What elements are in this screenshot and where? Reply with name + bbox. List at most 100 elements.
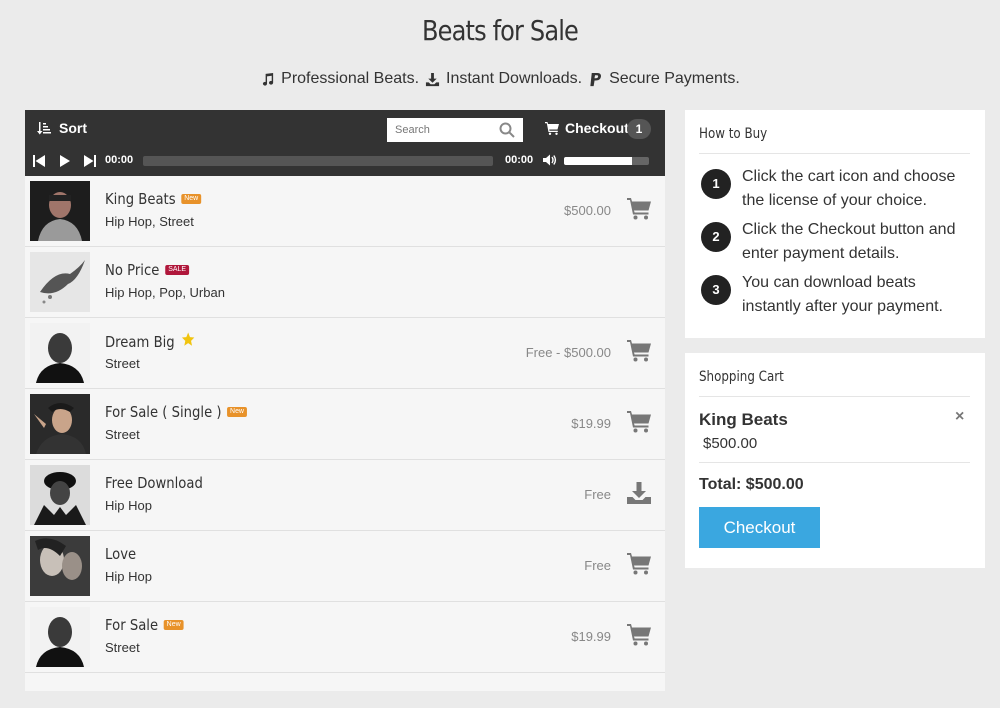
track-row[interactable]: King Beats New Hip Hop, Street $500.00	[25, 176, 665, 247]
add-to-cart-button[interactable]	[627, 411, 651, 438]
search-input[interactable]	[387, 119, 497, 141]
track-price: $19.99	[571, 416, 611, 431]
track-price: Free	[584, 487, 611, 502]
player-toolbar: Sort Checkout 1 00:00 00:00	[25, 110, 665, 176]
track-thumbnail	[30, 181, 90, 241]
add-to-cart-button[interactable]	[627, 624, 651, 651]
cart-item-name: King Beats	[699, 410, 788, 429]
step-text: Click the Checkout button and enter paym…	[742, 221, 956, 262]
track-price: $500.00	[564, 203, 611, 218]
divider	[699, 153, 970, 154]
cart-item-price: $500.00	[703, 435, 758, 452]
track-row[interactable]: Free Download Hip Hop Free	[25, 460, 665, 531]
play-button[interactable]	[59, 154, 71, 172]
tagline-item: Professional Beats.	[260, 70, 419, 88]
cart-icon	[627, 624, 651, 646]
track-title: For Sale ( Single ) New	[105, 403, 248, 421]
cart-icon	[545, 121, 559, 135]
track-title: Free Download	[105, 474, 203, 492]
track-thumbnail	[30, 323, 90, 383]
new-badge: New	[227, 407, 248, 417]
previous-button[interactable]	[33, 154, 45, 172]
track-row[interactable]: Dream Big Street Free - $500.00	[25, 318, 665, 389]
cart-count-badge: 1	[627, 119, 651, 139]
skip-forward-icon	[84, 155, 96, 167]
music-note-icon	[263, 72, 274, 86]
current-time: 00:00	[105, 154, 134, 166]
track-genre: Street	[105, 356, 140, 371]
tagline-item: Instant Downloads.	[425, 70, 582, 88]
toolbar-checkout-button[interactable]: Checkout	[545, 120, 629, 136]
player-controls: 00:00 00:00	[25, 150, 665, 172]
track-thumbnail	[30, 536, 90, 596]
checkout-button[interactable]: Checkout	[699, 507, 820, 548]
track-title-text: Free Download	[105, 474, 203, 492]
step-text: You can download beats instantly after y…	[742, 274, 943, 315]
cart-icon	[627, 553, 651, 575]
remove-item-close-icon[interactable]: ×	[955, 408, 964, 426]
track-title: No Price SALE	[105, 261, 189, 279]
step-number: 1	[701, 169, 731, 199]
sort-label: Sort	[59, 120, 87, 136]
paypal-icon	[590, 72, 602, 86]
track-row[interactable]: Love Hip Hop Free	[25, 531, 665, 602]
step-text: Click the cart icon and choose the licen…	[742, 168, 956, 209]
track-thumbnail	[30, 465, 90, 525]
tagline-text: Professional Beats.	[281, 70, 420, 87]
divider	[699, 462, 970, 463]
tagline: Professional Beats. Instant Downloads. S…	[0, 70, 1000, 88]
download-button[interactable]	[627, 482, 651, 509]
add-to-cart-button[interactable]	[627, 198, 651, 225]
download-icon	[425, 72, 440, 86]
featured-star-icon	[182, 332, 195, 351]
volume-icon	[543, 154, 557, 166]
track-title: Dream Big	[105, 332, 195, 351]
track-title-text: Love	[105, 545, 137, 563]
track-row[interactable]: For Sale ( Single ) New Street $19.99	[25, 389, 665, 460]
track-genre: Hip Hop	[105, 569, 152, 584]
cart-icon	[627, 411, 651, 433]
track-genre: Street	[105, 640, 140, 655]
sort-button[interactable]: Sort	[37, 120, 87, 136]
step-number: 2	[701, 222, 731, 252]
shopping-cart-title: Shopping Cart	[699, 369, 784, 385]
play-icon	[60, 155, 70, 167]
track-genre: Hip Hop, Street	[105, 214, 194, 229]
sort-icon	[37, 122, 51, 135]
new-badge: New	[181, 194, 202, 204]
next-button[interactable]	[84, 154, 96, 172]
track-genre: Hip Hop	[105, 498, 152, 513]
add-to-cart-button[interactable]	[627, 553, 651, 580]
track-row[interactable]: No Price SALE Hip Hop, Pop, Urban	[25, 247, 665, 318]
track-genre: Street	[105, 427, 140, 442]
track-title-text: King Beats	[105, 190, 176, 208]
track-price: Free - $500.00	[525, 345, 611, 360]
cart-icon	[627, 198, 651, 220]
track-thumbnail	[30, 394, 90, 454]
cart-icon	[627, 340, 651, 362]
track-title-text: Dream Big	[105, 332, 175, 351]
track-price: Free	[584, 558, 611, 573]
how-to-buy-title: How to Buy	[699, 126, 768, 142]
volume-slider[interactable]	[564, 157, 649, 165]
shopping-cart-panel: Shopping Cart King Beats $500.00 × Total…	[685, 353, 985, 568]
mute-button[interactable]	[543, 153, 557, 171]
volume-level	[564, 157, 632, 165]
search-icon[interactable]	[499, 122, 515, 138]
skip-back-icon	[33, 155, 45, 167]
page-title: Beats for Sale	[421, 14, 579, 47]
track-title-text: For Sale	[105, 616, 159, 634]
track-row[interactable]: For Sale New Street $19.99	[25, 602, 665, 673]
checkout-label: Checkout	[565, 120, 629, 136]
how-to-buy-panel: How to Buy 1 Click the cart icon and cho…	[685, 110, 985, 338]
progress-bar[interactable]	[143, 156, 493, 166]
download-icon	[627, 482, 651, 504]
tagline-text: Instant Downloads.	[446, 70, 583, 87]
track-title: Love	[105, 545, 136, 563]
beat-player: Sort Checkout 1 00:00 00:00	[25, 110, 665, 691]
track-title: King Beats New	[105, 190, 202, 208]
sale-badge: SALE	[165, 265, 189, 275]
add-to-cart-button[interactable]	[627, 340, 651, 367]
tagline-text: Secure Payments.	[609, 70, 740, 87]
new-badge: New	[163, 620, 184, 630]
